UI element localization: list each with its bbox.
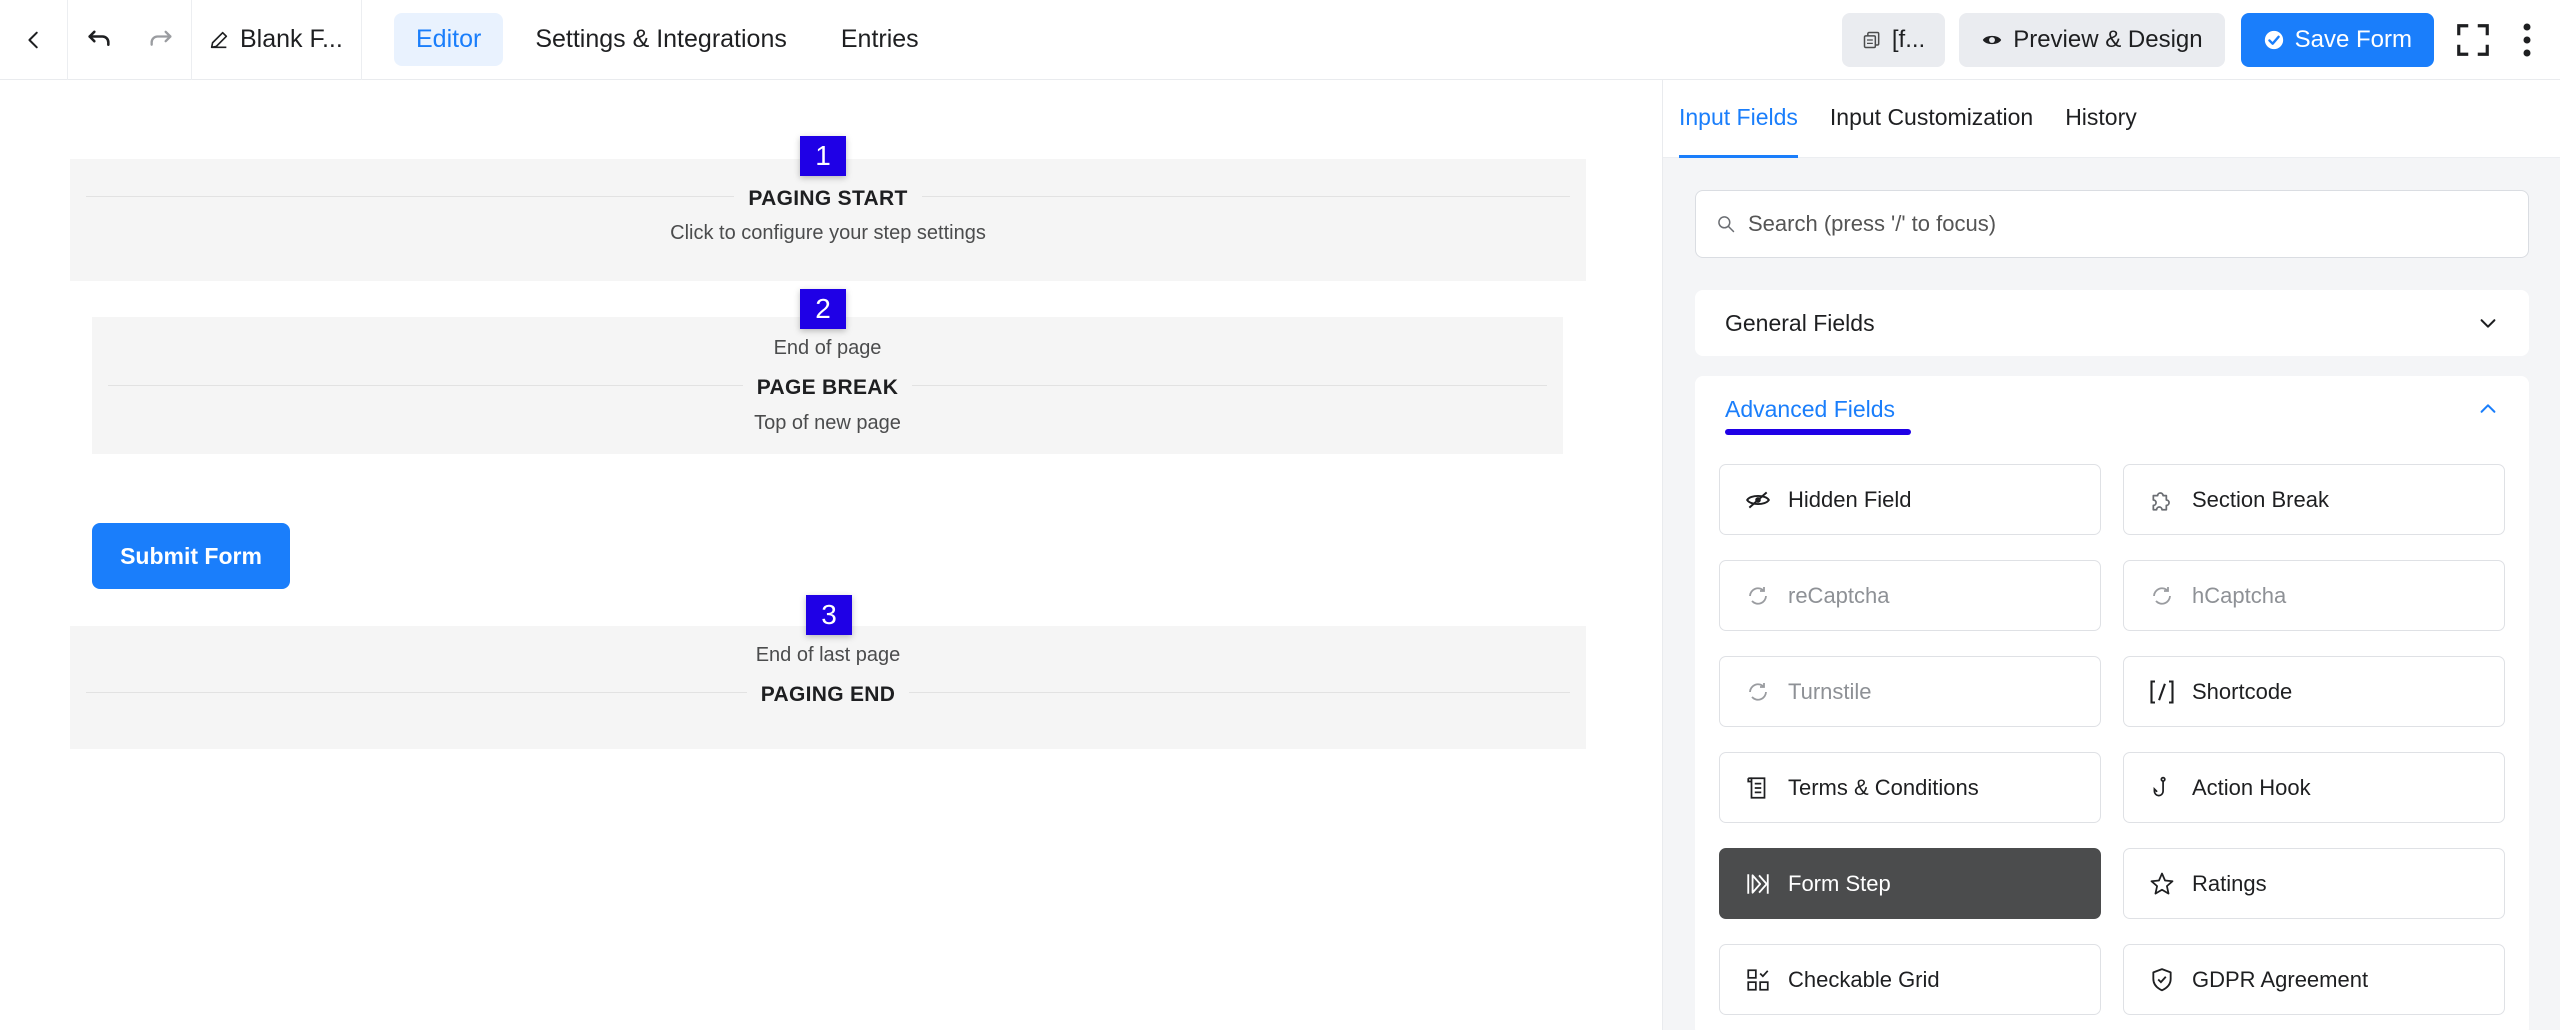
field-action-hook[interactable]: Action Hook xyxy=(2123,752,2505,823)
form-step-icon xyxy=(1744,870,1772,898)
panel-tabs: Input Fields Input Customization History xyxy=(1663,80,2560,158)
field-recaptcha[interactable]: reCaptcha xyxy=(1719,560,2101,631)
field-label: GDPR Agreement xyxy=(2192,966,2369,992)
step-badge-2: 2 xyxy=(800,289,846,329)
shortcode-label: [f... xyxy=(1891,26,1926,53)
tab-settings-integrations[interactable]: Settings & Integrations xyxy=(513,13,809,66)
redo-icon xyxy=(150,30,171,46)
pencil-icon xyxy=(210,31,228,48)
copy-icon xyxy=(1863,31,1880,49)
hcaptcha-icon xyxy=(2148,582,2176,610)
tab-input-customization[interactable]: Input Customization xyxy=(1830,104,2033,157)
eye-slash-icon xyxy=(1744,486,1772,514)
field-terms-conditions[interactable]: Terms & Conditions xyxy=(1719,752,2101,823)
eye-icon xyxy=(1983,35,2002,45)
tab-editor[interactable]: Editor xyxy=(394,13,504,66)
page-break-title: PAGE BREAK xyxy=(92,376,1563,400)
field-hcaptcha[interactable]: hCaptcha xyxy=(2123,560,2505,631)
top-tabs: Editor Settings & Integrations Entries xyxy=(394,13,941,66)
paging-end-title: PAGING END xyxy=(70,683,1586,707)
advanced-fields-grid: Hidden Field Section Break reCaptcha hCa… xyxy=(1719,464,2505,1015)
field-label: reCaptcha xyxy=(1788,582,1890,608)
step-badge-1: 1 xyxy=(800,136,846,176)
field-label: Action Hook xyxy=(2192,774,2311,800)
field-label: Checkable Grid xyxy=(1788,966,1940,992)
shortcode-icon xyxy=(2148,678,2176,706)
puzzle-icon xyxy=(2148,486,2176,514)
advanced-fields-label: Advanced Fields xyxy=(1725,395,1896,422)
field-label: Hidden Field xyxy=(1788,486,1912,512)
field-form-step[interactable]: Form Step xyxy=(1719,848,2101,919)
field-hidden-field[interactable]: Hidden Field xyxy=(1719,464,2101,535)
field-label: Ratings xyxy=(2192,870,2267,896)
chevron-down-icon xyxy=(2480,319,2496,328)
redo-button[interactable] xyxy=(130,0,192,80)
save-form-button[interactable]: Save Form xyxy=(2240,13,2434,67)
field-ratings[interactable]: Ratings xyxy=(2123,848,2505,919)
field-label: Terms & Conditions xyxy=(1788,774,1979,800)
field-shortcode[interactable]: Shortcode xyxy=(2123,656,2505,727)
form-title-text: Blank F... xyxy=(240,25,343,53)
submit-form-button[interactable]: Submit Form xyxy=(92,523,290,589)
more-options-button[interactable] xyxy=(2512,19,2542,61)
paging-start-block[interactable]: PAGING START Click to configure your ste… xyxy=(70,159,1586,281)
preview-design-button[interactable]: Preview & Design xyxy=(1959,13,2225,67)
fullscreen-button[interactable] xyxy=(2452,19,2494,61)
paging-start-title: PAGING START xyxy=(70,187,1586,211)
field-label: Form Step xyxy=(1788,870,1891,896)
field-checkable-grid[interactable]: Checkable Grid xyxy=(1719,944,2101,1015)
field-search-input[interactable]: Search (press '/' to focus) xyxy=(1695,190,2529,258)
scroll-icon xyxy=(1744,774,1772,802)
search-placeholder: Search (press '/' to focus) xyxy=(1748,211,1997,236)
hook-icon xyxy=(2148,774,2176,802)
paging-end-block[interactable]: End of last page PAGING END xyxy=(70,626,1586,749)
paging-start-subtitle: Click to configure your step settings xyxy=(670,222,986,244)
check-circle-icon xyxy=(2264,30,2283,50)
fields-panel: Input Fields Input Customization History… xyxy=(1662,80,2560,1036)
page-break-top-text: End of page xyxy=(773,337,882,359)
general-fields-label: General Fields xyxy=(1725,309,1875,336)
undo-button[interactable] xyxy=(68,0,130,80)
advanced-fields-header[interactable]: Advanced Fields xyxy=(1695,376,2529,442)
recaptcha-icon xyxy=(1744,582,1772,610)
form-title[interactable]: Blank F... xyxy=(192,0,362,80)
step-badge-3: 3 xyxy=(806,595,852,635)
field-section-break[interactable]: Section Break xyxy=(2123,464,2505,535)
page-break-bottom-text: Top of new page xyxy=(754,412,901,434)
field-label: Turnstile xyxy=(1788,678,1872,704)
field-label: Section Break xyxy=(2192,486,2329,512)
back-button[interactable] xyxy=(0,0,68,80)
advanced-fields-underline xyxy=(1725,429,1911,435)
preview-design-label: Preview & Design xyxy=(2013,26,2203,53)
top-toolbar: Blank F... Editor Settings & Integration… xyxy=(0,0,2560,80)
shortcode-copy-button[interactable]: [f... xyxy=(1841,13,1946,67)
advanced-fields-section: Advanced Fields Hidden Field Section Bre… xyxy=(1695,376,2529,1036)
field-turnstile[interactable]: Turnstile xyxy=(1719,656,2101,727)
fullscreen-icon xyxy=(2457,24,2489,56)
save-form-label: Save Form xyxy=(2294,26,2412,53)
chevron-left-icon xyxy=(27,31,38,48)
page-break-block[interactable]: End of page PAGE BREAK Top of new page xyxy=(92,317,1563,454)
field-label: Shortcode xyxy=(2192,678,2293,704)
search-icon xyxy=(1718,216,1735,233)
undo-icon xyxy=(88,30,110,46)
kebab-menu-icon xyxy=(2523,23,2531,57)
checkable-grid-icon xyxy=(1744,966,1772,994)
field-label: hCaptcha xyxy=(2192,582,2287,608)
general-fields-section[interactable]: General Fields xyxy=(1695,290,2529,356)
tab-entries[interactable]: Entries xyxy=(819,13,941,66)
form-editor-canvas: PAGING START Click to configure your ste… xyxy=(0,80,1662,1030)
tab-history[interactable]: History xyxy=(2065,104,2137,157)
general-fields-header[interactable]: General Fields xyxy=(1695,290,2529,356)
field-gdpr-agreement[interactable]: GDPR Agreement xyxy=(2123,944,2505,1015)
tab-input-fields[interactable]: Input Fields xyxy=(1679,104,1798,158)
turnstile-icon xyxy=(1744,678,1772,706)
toolbar-actions: [f... Preview & Design Save Form xyxy=(1841,0,2560,80)
paging-end-top-text: End of last page xyxy=(755,644,901,666)
star-icon xyxy=(2148,870,2176,898)
chevron-up-icon xyxy=(2480,404,2496,413)
shield-check-icon xyxy=(2148,966,2176,994)
